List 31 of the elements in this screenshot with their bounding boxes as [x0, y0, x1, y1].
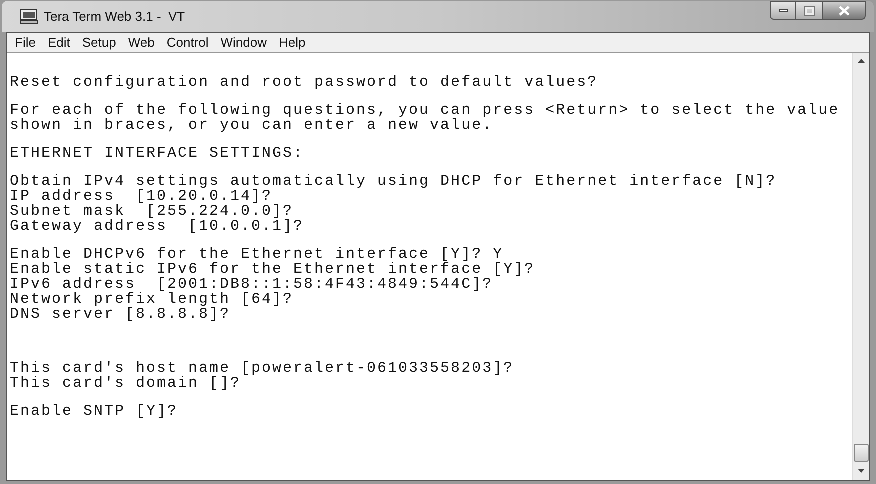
menu-item[interactable]: Web — [122, 32, 161, 52]
terminal-line: DNS server [8.8.8.8]? — [10, 307, 231, 322]
menu-item[interactable]: Window — [214, 32, 274, 52]
maximize-button[interactable] — [796, 1, 822, 20]
scrollbar[interactable] — [852, 53, 869, 480]
minimize-button[interactable] — [770, 1, 796, 20]
terminal-icon — [20, 8, 38, 24]
menu-item[interactable]: Setup — [76, 32, 122, 52]
terminal-line: This card's domain []? — [10, 376, 242, 391]
close-button[interactable] — [822, 1, 866, 20]
menu-item[interactable]: Help — [273, 32, 312, 52]
scroll-thumb[interactable] — [854, 444, 868, 462]
close-icon — [838, 6, 850, 16]
terminal-line: Enable static IPv6 for the Ethernet interface [Y]? — [10, 262, 536, 277]
terminal-line: Reset configuration and root password to default values? — [10, 75, 598, 90]
terminal-line: Obtain IPv4 settings automatically using DHCP for Ethernet interface [N]? — [10, 174, 777, 189]
terminal-line: IPv6 address [2001:DB8::1:58:4F43:4849:544C]? — [10, 277, 494, 292]
terminal-line: Subnet mask [255.224.0.0]? — [10, 204, 294, 219]
terminal-line: shown in braces, or you can enter a new value. — [10, 118, 494, 133]
terminal-line: Enable SNTP [Y]? — [10, 404, 178, 419]
terminal-line: IP address [10.20.0.14]? — [10, 189, 273, 204]
menu-item[interactable]: Control — [160, 32, 215, 52]
menu-item[interactable]: File — [9, 32, 42, 52]
terminal-line: This card's host name [poweralert-061033558203]? — [10, 361, 514, 376]
window-title: Tera Term Web 3.1 - VT — [44, 8, 186, 26]
menu-item[interactable]: Edit — [42, 32, 76, 52]
terminal-line: Gateway address [10.0.0.1]? — [10, 219, 304, 234]
terminal-line: For each of the following questions, you can press <Return> to select the value — [10, 103, 840, 118]
terminal-line: Network prefix length [64]? — [10, 292, 294, 307]
terminal-line: ETHERNET INTERFACE SETTINGS: — [10, 146, 304, 161]
terminal-line: Enable DHCPv6 for the Ethernet interface [Y]? Y — [10, 247, 504, 262]
